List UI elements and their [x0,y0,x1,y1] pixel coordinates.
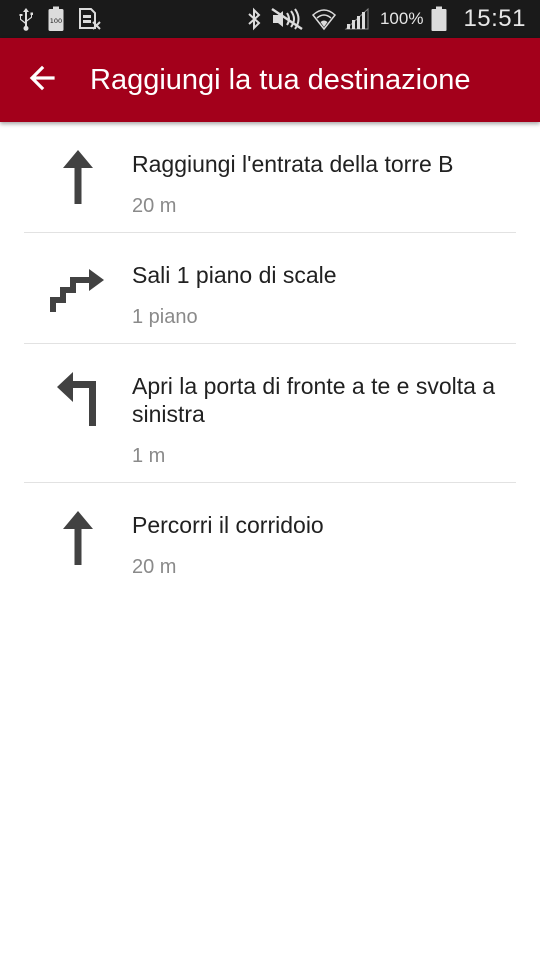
wifi-icon [311,7,336,31]
signal-icon [344,7,370,31]
list-item[interactable]: Apri la porta di fronte a te e svolta a … [0,344,540,483]
svg-text:100: 100 [50,17,62,25]
turn-left-icon [55,370,101,483]
list-item[interactable]: Raggiungi l'entrata della torre B 20 m [0,122,540,233]
arrow-straight-icon [61,148,95,233]
bluetooth-icon [246,7,262,31]
usb-icon [18,7,34,31]
step-detail: 20 m [132,556,177,578]
step-title: Raggiungi l'entrata della torre B [132,151,454,177]
list-item[interactable]: Sali 1 piano di scale 1 piano [0,233,540,344]
arrow-back-icon [28,64,56,97]
step-detail: 1 piano [132,306,198,328]
back-button[interactable] [0,38,84,122]
clock: 15:51 [463,5,526,32]
battery-100-notification-icon: 100 [48,6,64,32]
step-title: Apri la porta di fronte a te e svolta a … [132,373,496,427]
battery-icon [431,6,447,32]
stairs-up-icon [49,260,107,344]
step-detail: 20 m [132,195,177,217]
directions-list: Raggiungi l'entrata della torre B 20 m S… [0,122,540,594]
step-title: Sali 1 piano di scale [132,262,337,288]
page-title: Raggiungi la tua destinazione [90,63,471,96]
status-right-icons: 100% 15:51 [246,5,526,33]
list-item[interactable]: Percorri il corridoio 20 m [0,483,540,594]
mute-icon [270,7,304,31]
sim-card-icon [78,7,102,31]
status-left-icons: 100 [18,6,102,32]
step-detail: 1 m [132,445,166,467]
status-bar: 100 100% 15:51 [0,0,540,38]
battery-percent: 100% [379,9,424,28]
arrow-straight-icon [61,509,95,594]
step-title: Percorri il corridoio [132,512,324,538]
app-bar: Raggiungi la tua destinazione [0,38,540,122]
